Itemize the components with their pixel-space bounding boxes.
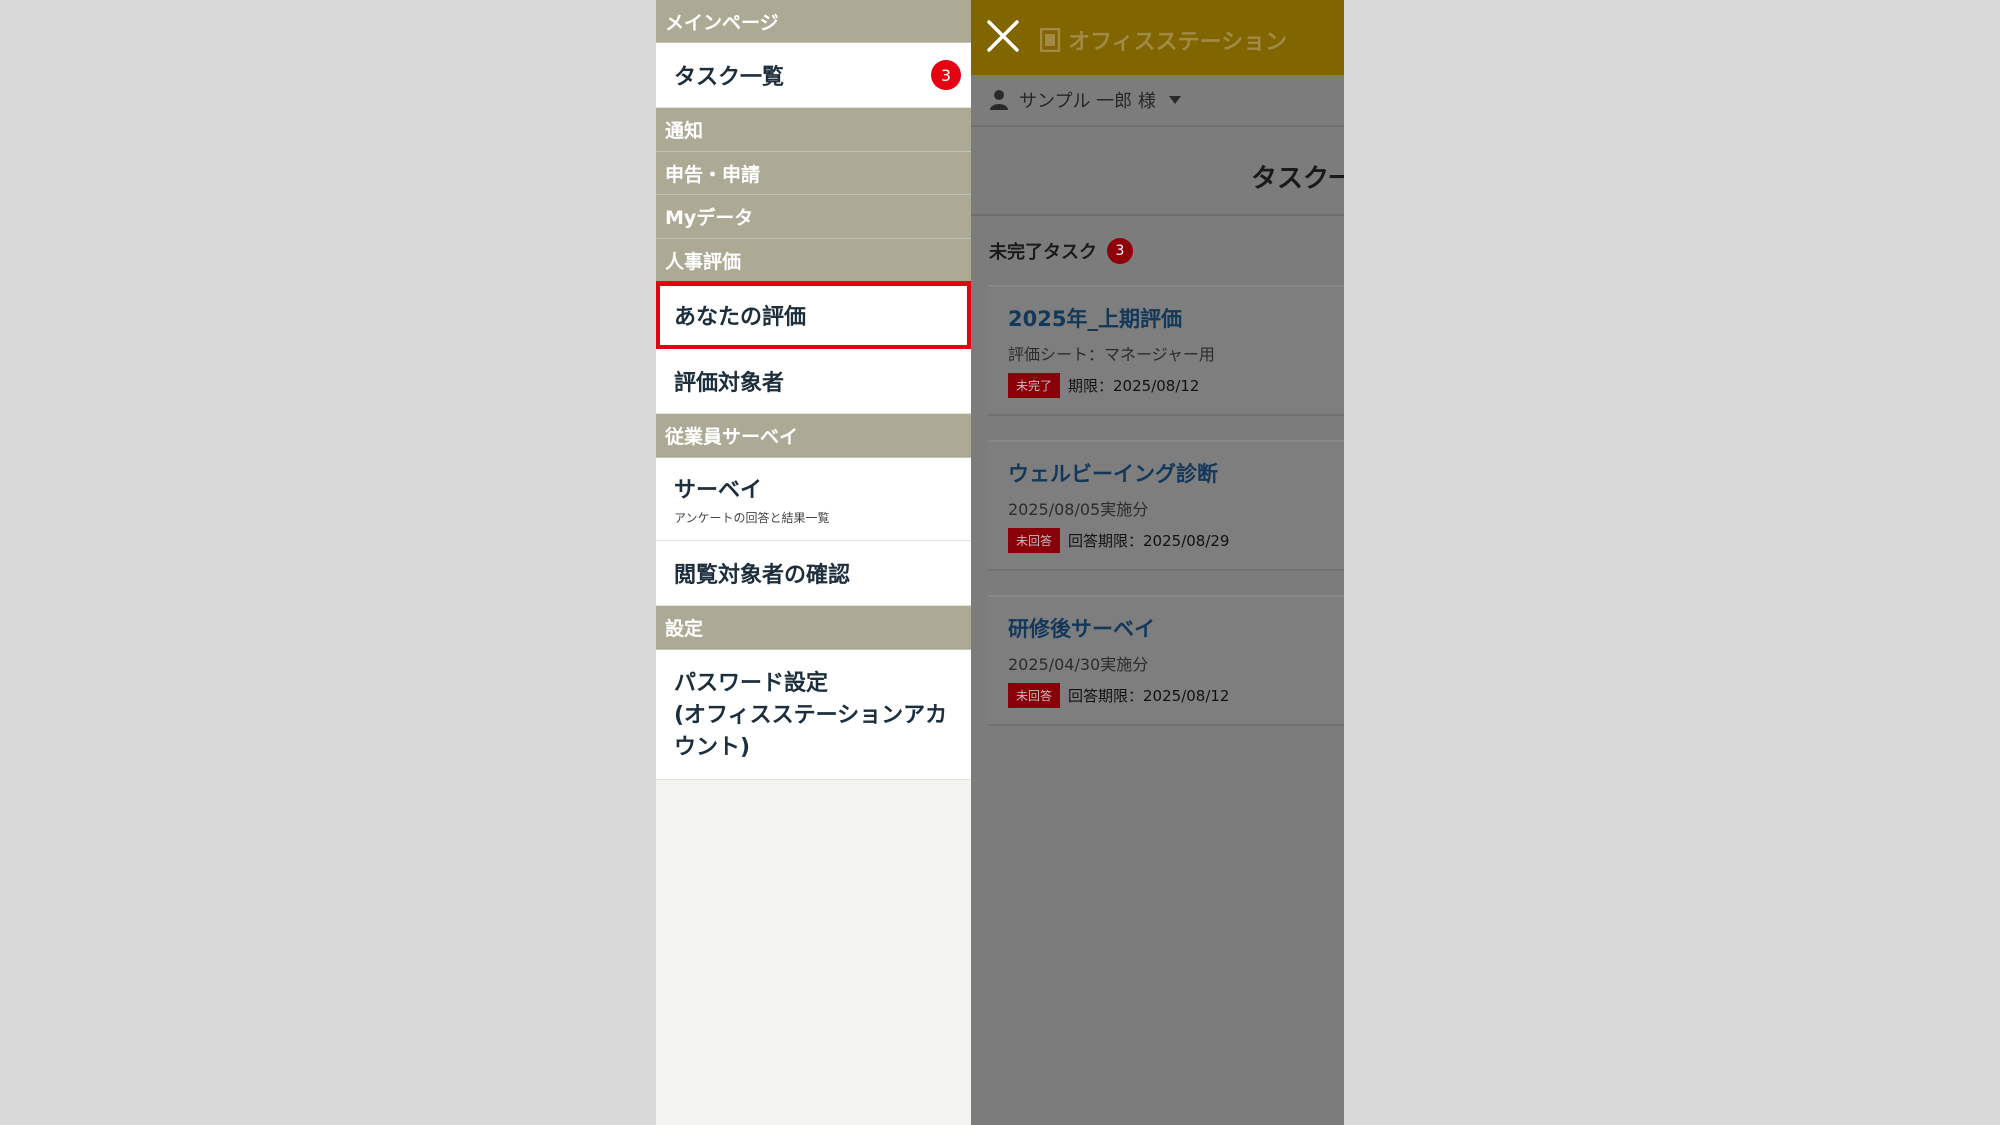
side-drawer-menu: メインページ タスク一覧 3 通知 申告・申請 Myデータ 人事評価 あなたの評… [656, 0, 972, 1125]
menu-item-task-list[interactable]: タスク一覧 3 [656, 43, 971, 108]
page-title-bar: タスク一覧 [971, 128, 1344, 216]
page-title: タスク一覧 [1251, 164, 1344, 194]
task-meta: 未回答 回答期限：2025/08/12 [1008, 683, 1344, 708]
task-title[interactable]: 研修後サーベイ [1008, 613, 1344, 643]
status-badge: 未完了 [1008, 373, 1061, 398]
menu-item-label-line: ウント) [674, 735, 751, 760]
task-meta: 未完了 期限：2025/08/12 [1008, 373, 1344, 398]
section-header-hr-evaluation: 人事評価 [656, 239, 971, 282]
incomplete-tasks-heading: 未完了タスク 3 [989, 238, 1133, 264]
brand-logo: オフィスステーション [1040, 24, 1287, 56]
tasks-heading-label: 未完了タスク [989, 242, 1097, 263]
menu-item-password-settings[interactable]: パスワード設定 (オフィスステーションアカ ウント) [656, 650, 971, 780]
task-title[interactable]: 2025年_上期評価 [1008, 303, 1344, 333]
menu-item-label-line: パスワード設定 [674, 671, 829, 696]
task-meta: 未回答 回答期限：2025/08/29 [1008, 528, 1344, 553]
user-menu[interactable]: サンプル 一郎 様 [971, 75, 1344, 127]
task-card[interactable]: 2025年_上期評価 評価シート：マネージャー用 未完了 期限：2025/08/… [988, 285, 1344, 416]
task-subtitle: 評価シート：マネージャー用 [1008, 345, 1215, 364]
menu-item-label: 評価対象者 [674, 371, 785, 396]
status-badge: 未回答 [1008, 528, 1061, 553]
task-card[interactable]: ウェルビーイング診断 2025/08/05実施分 未回答 回答期限：2025/0… [988, 440, 1344, 571]
user-icon [990, 90, 1008, 110]
task-deadline: 回答期限：2025/08/12 [1068, 687, 1230, 705]
status-badge: 未回答 [1008, 683, 1061, 708]
caret-down-icon [1168, 96, 1181, 104]
brand-name: オフィスステーション [1068, 30, 1288, 55]
tasks-count-badge: 3 [1107, 238, 1133, 264]
phone-screen: メインページ タスク一覧 3 通知 申告・申請 Myデータ 人事評価 あなたの評… [656, 0, 1344, 1125]
task-title[interactable]: ウェルビーイング診断 [1008, 458, 1344, 488]
close-icon [987, 20, 1019, 52]
menu-item-sublabel: アンケートの回答と結果一覧 [674, 511, 830, 525]
task-deadline: 回答期限：2025/08/29 [1068, 532, 1230, 550]
menu-item-label: タスク一覧 [674, 65, 785, 90]
task-count-badge: 3 [931, 60, 961, 90]
menu-item-your-evaluation[interactable]: あなたの評価 [656, 281, 972, 350]
office-station-logo-icon [1040, 28, 1061, 52]
section-header-declarations[interactable]: 申告・申請 [656, 152, 971, 195]
menu-item-label-line: (オフィスステーションアカ [674, 703, 948, 728]
menu-item-survey[interactable]: サーベイ アンケートの回答と結果一覧 [656, 458, 971, 541]
menu-item-label: あなたの評価 [674, 305, 807, 330]
task-subtitle: 2025/08/05実施分 [1008, 500, 1149, 519]
task-subtitle: 2025/04/30実施分 [1008, 655, 1149, 674]
section-header-employee-survey: 従業員サーベイ [656, 414, 971, 458]
close-menu-button[interactable] [985, 18, 1021, 54]
task-deadline: 期限：2025/08/12 [1068, 377, 1200, 395]
menu-item-viewer-confirmation[interactable]: 閲覧対象者の確認 [656, 541, 971, 606]
app-header: オフィスステーション [971, 0, 1344, 75]
menu-item-label: 閲覧対象者の確認 [674, 563, 851, 588]
user-name: サンプル 一郎 様 [1019, 91, 1156, 112]
task-card[interactable]: 研修後サーベイ 2025/04/30実施分 未回答 回答期限：2025/08/1… [988, 595, 1344, 726]
section-header-my-data[interactable]: Myデータ [656, 195, 971, 239]
section-header-main-page: メインページ [656, 0, 971, 43]
section-header-notifications[interactable]: 通知 [656, 108, 971, 152]
main-content-overlay[interactable]: オフィスステーション サンプル 一郎 様 タスク一覧 未完了タスク 3 2025… [971, 0, 1344, 1125]
menu-item-evaluation-targets[interactable]: 評価対象者 [656, 349, 971, 414]
section-header-settings: 設定 [656, 606, 971, 650]
menu-item-label: サーベイ [674, 478, 763, 503]
